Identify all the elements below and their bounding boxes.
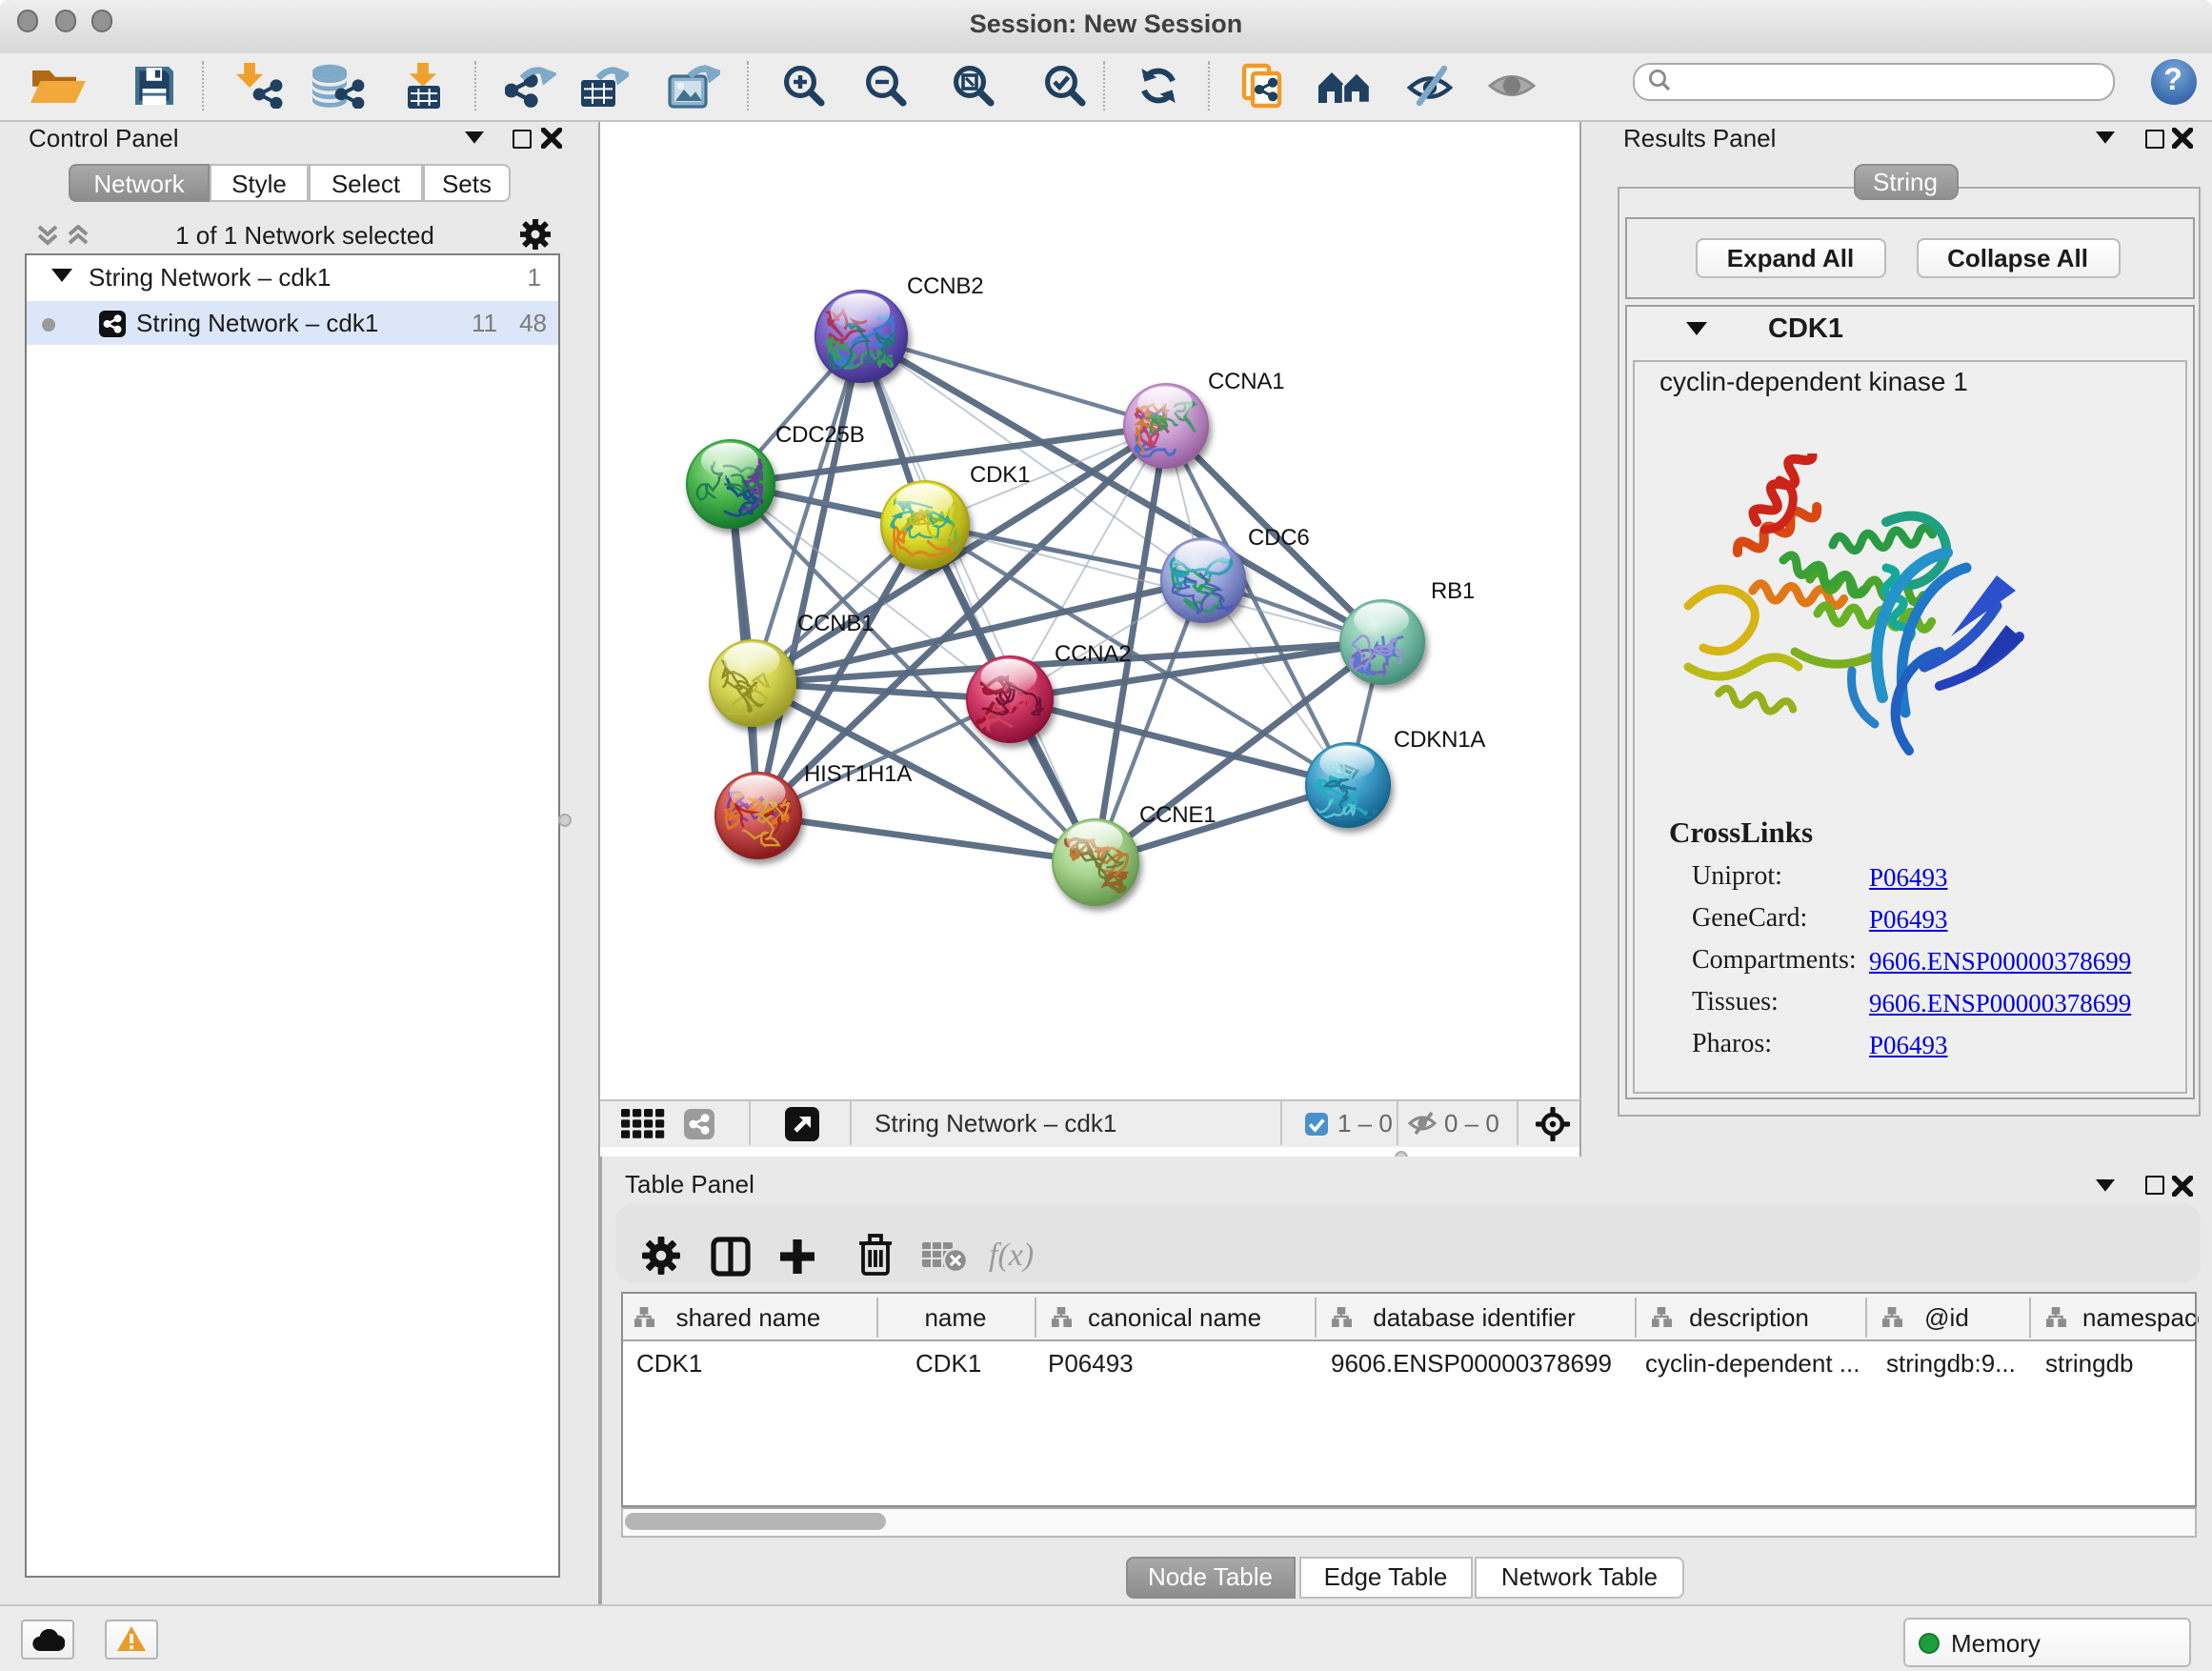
svg-text:RB1: RB1 [1430,577,1474,603]
svg-text:HIST1H1A: HIST1H1A [803,760,911,786]
svg-text:CCNA1: CCNA1 [1207,368,1283,393]
svg-text:CDK1: CDK1 [969,461,1029,487]
svg-text:CCNE1: CCNE1 [1138,801,1215,827]
svg-text:CDKN1A: CDKN1A [1393,726,1484,752]
svg-text:CDC25B: CDC25B [774,421,864,447]
svg-text:CCNA2: CCNA2 [1054,640,1130,666]
svg-text:CCNB2: CCNB2 [906,272,982,298]
svg-text:CDC6: CDC6 [1247,524,1309,550]
svg-text:CCNB1: CCNB1 [796,610,873,635]
